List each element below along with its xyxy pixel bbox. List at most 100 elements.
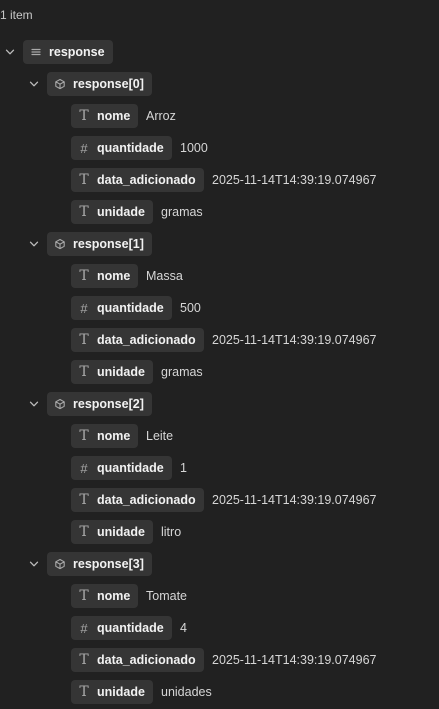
field-key-pill[interactable]: # quantidade [71,616,172,640]
array-item-row: response[0] [0,72,439,96]
field-value[interactable]: gramas [161,360,203,384]
text-type-icon: T [79,524,89,540]
text-type-icon: T [79,172,89,188]
field-row-data_adicionado: Tdata_adicionado 2025-11-14T14:39:19.0749… [0,168,439,192]
field-key-label: quantidade [97,301,164,315]
field-row-unidade: Tunidade unidades [0,680,439,704]
json-tree-viewer: 1 item response response[0] Tnome Arroz # qua… [0,0,439,709]
key-label: response[1] [73,237,144,251]
field-key-label: unidade [97,685,145,699]
field-row-quantidade: # quantidade 4 [0,616,439,640]
field-row-data_adicionado: Tdata_adicionado 2025-11-14T14:39:19.0749… [0,648,439,672]
field-key-label: unidade [97,525,145,539]
key-pill[interactable]: response [23,40,113,64]
field-value[interactable]: Massa [146,264,183,288]
key-pill[interactable]: response[3] [47,552,152,576]
field-key-pill[interactable]: Tdata_adicionado [71,488,204,512]
field-row-data_adicionado: Tdata_adicionado 2025-11-14T14:39:19.0749… [0,488,439,512]
field-key-pill[interactable]: Tunidade [71,680,153,704]
field-key-label: nome [97,429,131,443]
field-row-data_adicionado: Tdata_adicionado 2025-11-14T14:39:19.0749… [0,328,439,352]
hash-icon: # [80,140,88,156]
field-value[interactable]: 2025-11-14T14:39:19.074967 [212,328,377,352]
field-key-label: unidade [97,205,145,219]
field-key-pill[interactable]: Tunidade [71,200,153,224]
key-label: response[3] [73,557,144,571]
array-item-row: response[2] [0,392,439,416]
text-type-icon: T [79,588,89,604]
hash-icon: # [80,620,88,636]
chevron-down-icon[interactable] [27,392,41,416]
item-count: 1 item [0,8,33,22]
field-key-label: nome [97,269,131,283]
text-type-icon: T [79,108,89,124]
field-row-nome: Tnome Arroz [0,104,439,128]
cube-icon [47,392,73,416]
field-row-quantidade: # quantidade 1 [0,456,439,480]
field-key-pill[interactable]: Tdata_adicionado [71,328,204,352]
field-key-pill[interactable]: Tdata_adicionado [71,648,204,672]
field-key-pill[interactable]: Tnome [71,584,139,608]
field-key-pill[interactable]: Tnome [71,104,139,128]
field-value[interactable]: gramas [161,200,203,224]
field-key-label: unidade [97,365,145,379]
field-value[interactable]: 500 [180,296,201,320]
field-key-label: data_adicionado [97,493,196,507]
field-value[interactable]: litro [161,520,181,544]
field-value[interactable]: unidades [161,680,212,704]
field-row-unidade: Tunidade gramas [0,360,439,384]
field-key-pill[interactable]: Tunidade [71,520,153,544]
hash-icon: # [80,300,88,316]
chevron-down-icon[interactable] [27,232,41,256]
field-value[interactable]: 4 [180,616,187,640]
key-pill[interactable]: response[1] [47,232,152,256]
field-key-label: data_adicionado [97,653,196,667]
field-value[interactable]: Leite [146,424,173,448]
field-key-label: quantidade [97,621,164,635]
text-type-icon: T [79,492,89,508]
chevron-down-icon[interactable] [27,72,41,96]
field-value[interactable]: 1000 [180,136,208,160]
field-key-pill[interactable]: # quantidade [71,136,172,160]
chevron-down-icon[interactable] [3,40,17,64]
key-label: response [49,45,105,59]
field-key-label: data_adicionado [97,173,196,187]
field-key-pill[interactable]: Tunidade [71,360,153,384]
field-key-label: nome [97,589,131,603]
field-row-unidade: Tunidade litro [0,520,439,544]
text-type-icon: T [79,428,89,444]
cube-icon [47,552,73,576]
array-item-row: response[3] [0,552,439,576]
field-row-quantidade: # quantidade 500 [0,296,439,320]
field-value[interactable]: 2025-11-14T14:39:19.074967 [212,648,377,672]
text-type-icon: T [79,364,89,380]
field-value[interactable]: 1 [180,456,187,480]
key-pill[interactable]: response[0] [47,72,152,96]
field-key-pill[interactable]: # quantidade [71,296,172,320]
array-item-row: response[1] [0,232,439,256]
field-value[interactable]: Tomate [146,584,187,608]
field-key-pill[interactable]: Tnome [71,424,139,448]
field-key-pill[interactable]: # quantidade [71,456,172,480]
text-type-icon: T [79,652,89,668]
key-pill[interactable]: response[2] [47,392,152,416]
field-key-pill[interactable]: Tnome [71,264,139,288]
field-key-label: quantidade [97,141,164,155]
field-key-pill[interactable]: Tdata_adicionado [71,168,204,192]
text-type-icon: T [79,268,89,284]
field-value[interactable]: Arroz [146,104,176,128]
key-label: response[0] [73,77,144,91]
hash-icon: # [80,460,88,476]
field-row-unidade: Tunidade gramas [0,200,439,224]
cube-icon [47,232,73,256]
text-type-icon: T [79,684,89,700]
field-row-quantidade: # quantidade 1000 [0,136,439,160]
field-key-label: quantidade [97,461,164,475]
field-key-label: nome [97,109,131,123]
root-row: response [0,40,439,64]
chevron-down-icon[interactable] [27,552,41,576]
text-type-icon: T [79,204,89,220]
field-row-nome: Tnome Massa [0,264,439,288]
field-value[interactable]: 2025-11-14T14:39:19.074967 [212,488,377,512]
field-value[interactable]: 2025-11-14T14:39:19.074967 [212,168,377,192]
